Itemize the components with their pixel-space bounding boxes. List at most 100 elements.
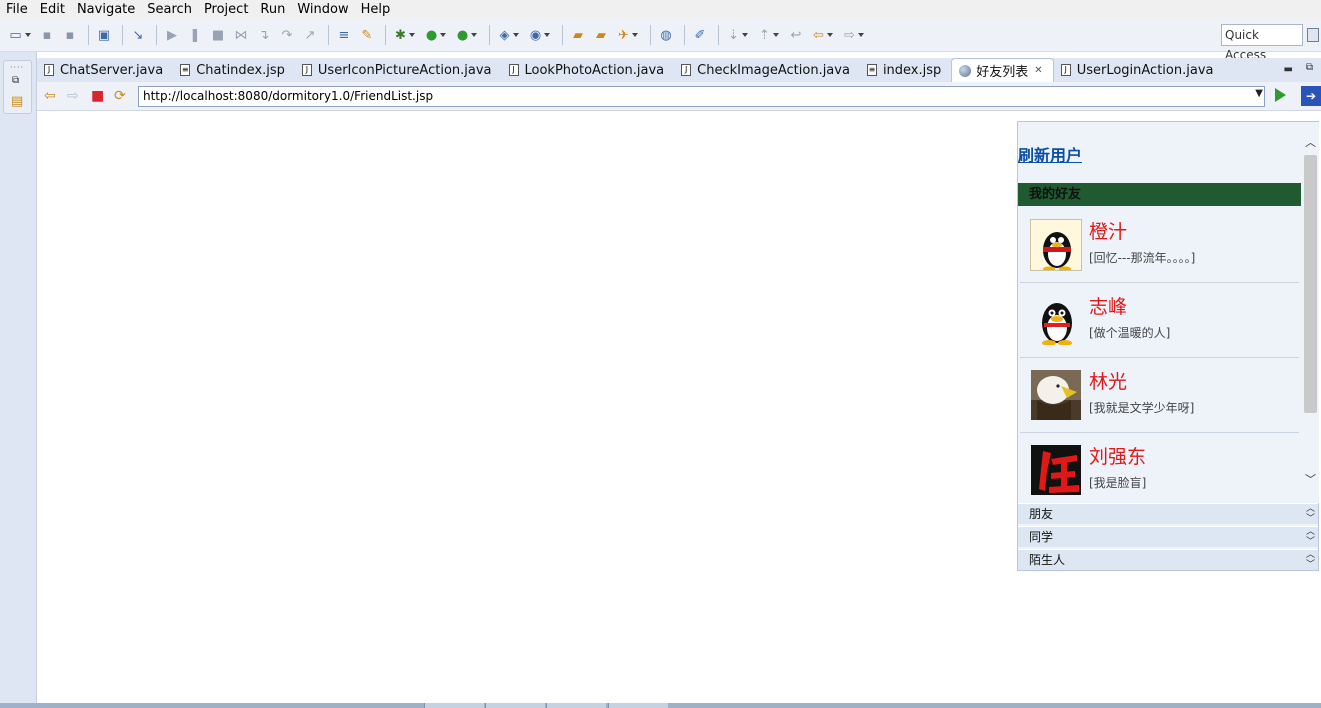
menu-search[interactable]: Search	[141, 0, 198, 19]
penguin-scarf-avatar	[1030, 219, 1082, 271]
disconnect-icon[interactable]: ⋈	[231, 25, 251, 45]
menu-window[interactable]: Window	[291, 0, 354, 19]
close-icon[interactable]: ✕	[1034, 65, 1042, 76]
tab-chatserver-java[interactable]: J ChatServer.java	[37, 58, 173, 82]
tab-index-jsp[interactable]: ≡ index.jsp	[860, 58, 951, 82]
friend-item[interactable]: 志峰 [做个温暖的人]	[1020, 283, 1299, 358]
group-friends[interactable]: 朋友 ︿ ﹀	[1018, 503, 1318, 524]
toolbar-separator	[489, 25, 490, 45]
friend-item[interactable]: 刘强东 [我是脸盲]	[1020, 433, 1299, 503]
search-icon[interactable]: ✈	[614, 25, 642, 45]
main-toolbar: ▭ ▪ ▪ ▣ ↘ ▶ ❚ ■ ⋈ ↴ ↷ ↗ ≡ ✎ ✱ ● ● ◈ ◉ ▰ …	[0, 19, 1321, 62]
toolbar-separator	[650, 25, 651, 45]
group-strangers[interactable]: 陌生人 ︿ ﹀	[1018, 549, 1318, 570]
console-icon[interactable]: ▣	[94, 25, 114, 45]
quick-access-field[interactable]: Quick Access	[1221, 24, 1303, 62]
menu-navigate[interactable]: Navigate	[71, 0, 141, 19]
menu-help[interactable]: Help	[355, 0, 397, 19]
chevron-down-icon[interactable]: ﹀	[1305, 471, 1316, 487]
open-resource-icon[interactable]: ▰	[591, 25, 611, 45]
run-icon[interactable]: ●	[422, 25, 450, 45]
back-icon[interactable]: ⇦	[809, 25, 837, 45]
friend-item[interactable]: 林光 [我就是文学少年呀]	[1020, 358, 1299, 433]
group-label: 陌生人	[1029, 553, 1066, 567]
toolbar-separator	[385, 25, 386, 45]
menu-bar: File Edit Navigate Search Project Run Wi…	[0, 0, 1321, 19]
tab-label: LookPhotoAction.java	[524, 62, 665, 78]
back-arrow-icon[interactable]: ⇦	[44, 88, 56, 104]
perspective-icon[interactable]	[1307, 28, 1319, 42]
new-web-project-icon[interactable]: ◉	[526, 25, 554, 45]
tab-friend-list[interactable]: 好友列表 ✕	[951, 58, 1054, 82]
debug-icon[interactable]: ✱	[391, 25, 419, 45]
terminate-icon[interactable]: ■	[208, 25, 228, 45]
skip-breakpoints-icon[interactable]: ↘	[128, 25, 148, 45]
scrollbar-thumb[interactable]	[1304, 155, 1317, 413]
external-tools-icon[interactable]: ●	[453, 25, 481, 45]
restore-icon[interactable]: ⧉	[12, 75, 19, 86]
toolbar-separator	[328, 25, 329, 45]
eagle-avatar	[1030, 369, 1082, 421]
go-button[interactable]	[1275, 88, 1286, 102]
chevron-up-icon[interactable]: ︿	[1305, 134, 1316, 150]
next-annotation-icon[interactable]: ✐	[690, 25, 710, 45]
web-browser-icon[interactable]: ◍	[656, 25, 676, 45]
forward-icon[interactable]: ⇨	[840, 25, 868, 45]
drag-handle-icon[interactable]: ····	[10, 63, 24, 72]
jsp-file-icon: ≡	[866, 64, 877, 76]
tab-lookphotoaction-java[interactable]: J LookPhotoAction.java	[502, 58, 675, 82]
minimize-icon[interactable]: ▬	[1284, 64, 1293, 75]
menu-edit[interactable]: Edit	[34, 0, 71, 19]
drop-to-frame-icon[interactable]: ✎	[357, 25, 377, 45]
save-icon[interactable]: ▪	[37, 25, 57, 45]
stop-icon[interactable]: ■	[91, 88, 104, 104]
save-all-icon[interactable]: ▪	[60, 25, 80, 45]
friend-item[interactable]: 橙汁 [回忆---那流年。。。。]	[1020, 208, 1299, 283]
menu-run[interactable]: Run	[254, 0, 291, 19]
status-bar-segment	[485, 703, 545, 708]
java-file-icon: J	[44, 64, 54, 76]
friend-name: 刘强东	[1089, 446, 1147, 468]
expand-collapse-icon[interactable]: ︿ ﹀	[1306, 550, 1315, 570]
resume-icon[interactable]: ▶	[162, 25, 182, 45]
url-input[interactable]: http://localhost:8080/dormitory1.0/Frien…	[138, 86, 1265, 107]
tab-label: 好友列表	[976, 65, 1029, 80]
expand-collapse-icon[interactable]: ︿ ﹀	[1306, 504, 1315, 524]
my-friends-header[interactable]: 我的好友	[1018, 183, 1301, 206]
menu-file[interactable]: File	[0, 0, 34, 19]
step-into-icon[interactable]: ↴	[254, 25, 274, 45]
refresh-icon[interactable]: ⟳	[114, 88, 126, 104]
menu-project[interactable]: Project	[198, 0, 254, 19]
last-edit-location-icon[interactable]: ↩	[786, 25, 806, 45]
suspend-icon[interactable]: ❚	[185, 25, 205, 45]
expand-collapse-icon[interactable]: ︿ ﹀	[1306, 527, 1315, 547]
group-classmates[interactable]: 同学 ︿ ﹀	[1018, 526, 1318, 547]
friend-name: 林光	[1089, 371, 1128, 393]
new-wizard-icon[interactable]: ▭	[6, 25, 34, 45]
previous-edit-icon[interactable]: ⇡	[755, 25, 783, 45]
tab-usericonpictureaction-java[interactable]: J UserIconPictureAction.java	[295, 58, 502, 82]
open-type-icon[interactable]: ▰	[568, 25, 588, 45]
refresh-users-link[interactable]: 刷新用户	[1018, 142, 1082, 166]
maximize-icon[interactable]: ⧉	[1306, 62, 1313, 73]
red-calligraphy-avatar	[1030, 444, 1082, 496]
step-over-icon[interactable]: ↷	[277, 25, 297, 45]
friend-signature: [做个温暖的人]	[1089, 326, 1171, 340]
next-edit-icon[interactable]: ⇣	[724, 25, 752, 45]
package-explorer-icon[interactable]: ▤	[11, 94, 23, 109]
friend-signature: [回忆---那流年。。。。]	[1089, 251, 1196, 265]
left-trim-stack: ···· ⧉ ▤	[0, 52, 37, 708]
tab-checkimageaction-java[interactable]: J CheckImageAction.java	[674, 58, 860, 82]
editor-tabs: J ChatServer.java ≡ Chatindex.jsp J User…	[37, 58, 1321, 82]
open-external-icon[interactable]: ➔	[1301, 86, 1321, 106]
friend-name: 志峰	[1089, 296, 1128, 318]
new-server-icon[interactable]: ◈	[495, 25, 523, 45]
step-return-icon[interactable]: ↗	[300, 25, 320, 45]
tab-chatindex-jsp[interactable]: ≡ Chatindex.jsp	[173, 58, 295, 82]
status-bar-segment	[424, 703, 484, 708]
chevron-down-icon[interactable]: ▼	[1255, 88, 1263, 99]
forward-arrow-icon[interactable]: ⇨	[67, 88, 79, 104]
tab-userloginaction-java[interactable]: J UserLoginAction.java	[1054, 58, 1224, 82]
use-step-filters-icon[interactable]: ≡	[334, 25, 354, 45]
friend-list-scrollbar[interactable]: ︿ ﹀	[1302, 122, 1319, 503]
